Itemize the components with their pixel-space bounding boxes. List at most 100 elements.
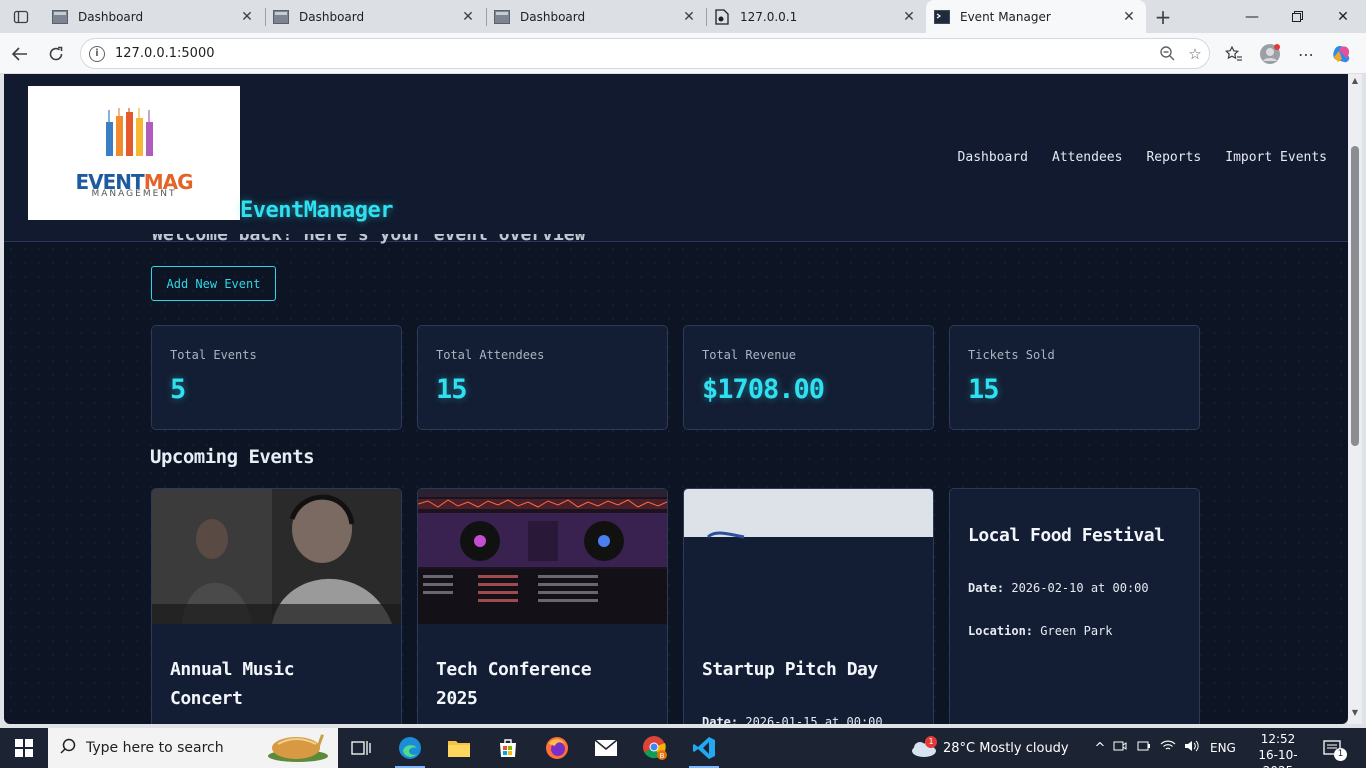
logo-subtitle: MANAGEMENT [91, 189, 177, 199]
search-placeholder: Type here to search [86, 740, 224, 756]
tab-close-icon[interactable]: ✕ [678, 6, 700, 28]
tab-label: 127.0.0.1 [740, 9, 798, 24]
system-clock[interactable]: 12:52 16-10-2025 [1248, 731, 1308, 768]
refresh-icon[interactable] [43, 41, 69, 67]
tab-actions-icon[interactable] [8, 6, 34, 28]
svg-text:B: B [660, 752, 665, 760]
copilot-icon[interactable] [1329, 41, 1355, 67]
tab-close-icon[interactable]: ✕ [898, 6, 920, 28]
close-window-icon[interactable]: ✕ [1320, 0, 1366, 33]
back-arrow-icon[interactable] [7, 41, 33, 67]
page-favicon-icon [52, 9, 68, 25]
event-title: Annual Music Concert [170, 655, 295, 713]
new-tab-icon[interactable]: + [1150, 5, 1176, 29]
tab-close-icon[interactable]: ✕ [236, 6, 258, 28]
event-card-music-concert[interactable]: Annual Music Concert [151, 488, 402, 724]
tab-close-icon[interactable]: ✕ [457, 6, 479, 28]
add-new-event-button[interactable]: Add New Event [151, 266, 276, 301]
tab-dashboard-1[interactable]: Dashboard ✕ [44, 0, 264, 33]
event-title: Tech Conference 2025 [436, 655, 592, 713]
battery-icon[interactable] [1132, 740, 1156, 756]
clock-date: 16-10-2025 [1258, 748, 1298, 768]
brand-name[interactable]: EventManager [240, 198, 393, 223]
nav-attendees[interactable]: Attendees [1052, 150, 1122, 165]
weather-text: 28°C Mostly cloudy [943, 740, 1069, 756]
event-image-placeholder [684, 489, 933, 539]
tab-event-manager[interactable]: Event Manager ✕ [926, 0, 1146, 33]
address-bar[interactable]: i 127.0.0.1:5000 ☆ [80, 38, 1210, 69]
stat-card-total-events: Total Events 5 [151, 325, 402, 430]
file-explorer-icon[interactable] [436, 728, 482, 768]
favorites-icon[interactable] [1221, 41, 1247, 67]
weather-widget[interactable]: 1 28°C Mostly cloudy [910, 728, 1069, 768]
windows-start-icon[interactable] [0, 728, 48, 768]
event-card-food-festival[interactable]: Local Food Festival Date: 2026-02-10 at … [949, 488, 1200, 724]
page-favicon-icon [273, 9, 289, 25]
browser-toolbar: i 127.0.0.1:5000 ☆ ⋯ [0, 33, 1366, 74]
dj-software-screenshot [418, 489, 667, 624]
tab-label: Dashboard [520, 9, 586, 24]
bread-illustration-icon [268, 734, 328, 762]
task-view-icon[interactable] [338, 728, 384, 768]
event-location: Location: Green Park [968, 624, 1113, 638]
stat-card-total-attendees: Total Attendees 15 [417, 325, 668, 430]
web-viewport: EVENTMAG MANAGEMENT EventManager Dashboa… [4, 74, 1348, 724]
meet-now-icon[interactable] [1108, 739, 1132, 757]
scroll-down-icon[interactable]: ▼ [1350, 708, 1360, 718]
edge-browser-icon[interactable] [387, 728, 433, 768]
microsoft-store-icon[interactable] [485, 728, 531, 768]
mail-icon[interactable] [583, 728, 629, 768]
tab-label: Event Manager [960, 9, 1051, 24]
windows-taskbar: Type here to search B 1 28°C Mostly clou… [0, 728, 1366, 768]
scroll-up-icon[interactable]: ▲ [1350, 76, 1360, 86]
tab-label: Dashboard [299, 9, 365, 24]
search-icon [60, 738, 76, 758]
event-location-label: Location: [968, 624, 1034, 638]
logo-graphic-icon [106, 108, 153, 156]
upcoming-events-heading: Upcoming Events [150, 446, 315, 468]
chrome-icon[interactable]: B [632, 728, 678, 768]
tab-close-icon[interactable]: ✕ [1118, 6, 1140, 28]
stat-value: 15 [968, 374, 1000, 405]
favorite-star-icon[interactable]: ☆ [1181, 42, 1209, 66]
page-scrollbar[interactable]: ▲ ▼ [1348, 74, 1362, 724]
zoom-icon[interactable] [1153, 42, 1181, 66]
scrollbar-thumb[interactable] [1351, 146, 1359, 446]
tab-localhost[interactable]: 127.0.0.1 ✕ [706, 0, 926, 33]
profile-avatar-icon[interactable] [1257, 41, 1283, 67]
wifi-icon[interactable] [1156, 740, 1180, 756]
url-text[interactable]: 127.0.0.1:5000 [115, 46, 1153, 61]
notification-center-icon[interactable]: 1 [1322, 728, 1347, 768]
event-title-line: Tech Conference [436, 659, 592, 680]
volume-icon[interactable] [1180, 740, 1204, 756]
tab-dashboard-3[interactable]: Dashboard ✕ [486, 0, 706, 33]
terminal-icon [934, 9, 950, 25]
stat-label: Total Revenue [702, 348, 796, 362]
minimize-icon[interactable]: — [1229, 0, 1275, 33]
stat-card-total-revenue: Total Revenue $1708.00 [683, 325, 934, 430]
more-menu-icon[interactable]: ⋯ [1293, 41, 1319, 67]
nav-dashboard[interactable]: Dashboard [958, 150, 1028, 165]
site-info-icon[interactable]: i [89, 45, 105, 62]
show-hidden-icons-chevron-icon[interactable]: ^ [1092, 741, 1108, 756]
event-date-label: Date: [702, 715, 739, 724]
dj-photo [152, 489, 401, 624]
site-header: EVENTMAG MANAGEMENT EventManager Dashboa… [4, 74, 1348, 242]
system-tray: ^ ENG [1092, 728, 1236, 768]
stat-value: 5 [170, 374, 186, 405]
main-nav: Dashboard Attendees Reports Import Event… [958, 150, 1327, 165]
page-favicon-icon [494, 9, 510, 25]
event-card-startup-pitch[interactable]: Startup Pitch Day Date: 2026-01-15 at 00… [683, 488, 934, 724]
tab-dashboard-2[interactable]: Dashboard ✕ [265, 0, 485, 33]
nav-import-events[interactable]: Import Events [1225, 150, 1327, 165]
vscode-icon[interactable] [681, 728, 727, 768]
event-card-tech-conference[interactable]: Tech Conference 2025 [417, 488, 668, 724]
event-date: Date: 2026-01-15 at 00:00 [702, 715, 883, 724]
nav-reports[interactable]: Reports [1146, 150, 1201, 165]
language-indicator[interactable]: ENG [1210, 741, 1236, 755]
event-title: Local Food Festival [968, 525, 1165, 546]
restore-icon[interactable] [1274, 0, 1320, 33]
eventmag-logo[interactable]: EVENTMAG MANAGEMENT [28, 86, 240, 220]
taskbar-search-box[interactable]: Type here to search [48, 728, 338, 768]
firefox-icon[interactable] [534, 728, 580, 768]
